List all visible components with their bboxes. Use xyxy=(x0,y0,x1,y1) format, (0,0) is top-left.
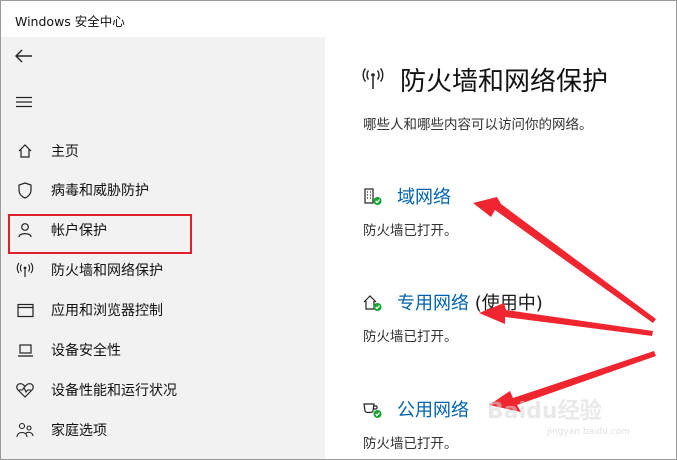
private-network-icon xyxy=(363,295,382,311)
sidebar-item-label: 主页 xyxy=(51,144,79,160)
baidu-watermark: Baidu经验 jingyan.baidu.com xyxy=(487,399,631,437)
network-status: 防火墙已打开。 xyxy=(363,436,458,452)
sidebar-item-device-security[interactable]: 设备安全性 xyxy=(1,330,325,370)
app-title: Windows 安全中心 xyxy=(15,14,125,29)
shield-icon xyxy=(15,180,35,200)
home-icon xyxy=(15,141,35,161)
heart-icon xyxy=(15,380,35,400)
sidebar-item-label: 帐户保护 xyxy=(51,223,107,239)
family-icon xyxy=(15,420,35,440)
antenna-icon xyxy=(15,260,35,280)
hamburger-icon xyxy=(16,96,32,108)
page-subtitle: 哪些人和哪些内容可以访问你的网络。 xyxy=(363,117,593,133)
page-title: 防火墙和网络保护 xyxy=(400,67,609,97)
sidebar-item-device-performance[interactable]: 设备性能和运行状况 xyxy=(1,370,325,410)
sidebar-item-app-browser-control[interactable]: 应用和浏览器控制 xyxy=(1,290,325,330)
sidebar-item-firewall[interactable]: 防火墙和网络保护 xyxy=(1,250,325,290)
sidebar-item-label: 家庭选项 xyxy=(51,423,107,439)
sidebar-item-virus-protection[interactable]: 病毒和威胁防护 xyxy=(1,170,325,210)
laptop-icon xyxy=(15,340,35,360)
back-button[interactable] xyxy=(13,45,35,67)
domain-network-icon xyxy=(364,188,382,205)
sidebar-item-home[interactable]: 主页 xyxy=(1,131,325,171)
sidebar-item-account-protection[interactable]: 帐户保护 xyxy=(1,210,325,250)
network-status: 防火墙已打开。 xyxy=(363,329,458,345)
sidebar-item-label: 应用和浏览器控制 xyxy=(51,303,163,319)
sidebar-item-family-options[interactable]: 家庭选项 xyxy=(1,410,325,450)
public-network-link[interactable]: 公用网络 xyxy=(397,396,469,422)
person-icon xyxy=(15,220,35,240)
sidebar-item-label: 设备安全性 xyxy=(51,343,121,359)
sidebar-item-label: 防火墙和网络保护 xyxy=(51,263,163,279)
title-bar: Windows 安全中心 xyxy=(1,1,676,37)
antenna-icon xyxy=(362,68,384,89)
window: Windows 安全中心 主页 病毒和威胁防护 帐户保护 防火墙和网络保护 应用… xyxy=(0,0,677,460)
in-use-tag: (使用中) xyxy=(469,293,543,314)
private-network-link[interactable]: 专用网络 (使用中) xyxy=(397,289,543,315)
domain-network-link[interactable]: 域网络 xyxy=(397,183,451,209)
menu-button[interactable] xyxy=(13,91,35,113)
sidebar: 主页 病毒和威胁防护 帐户保护 防火墙和网络保护 应用和浏览器控制 设备安全性 … xyxy=(1,37,325,459)
app-window-icon xyxy=(15,300,35,320)
network-status: 防火墙已打开。 xyxy=(363,223,458,239)
back-arrow-icon xyxy=(15,49,32,63)
sidebar-item-label: 病毒和威胁防护 xyxy=(51,183,149,199)
sidebar-item-label: 设备性能和运行状况 xyxy=(51,383,177,399)
public-network-icon xyxy=(363,403,382,418)
